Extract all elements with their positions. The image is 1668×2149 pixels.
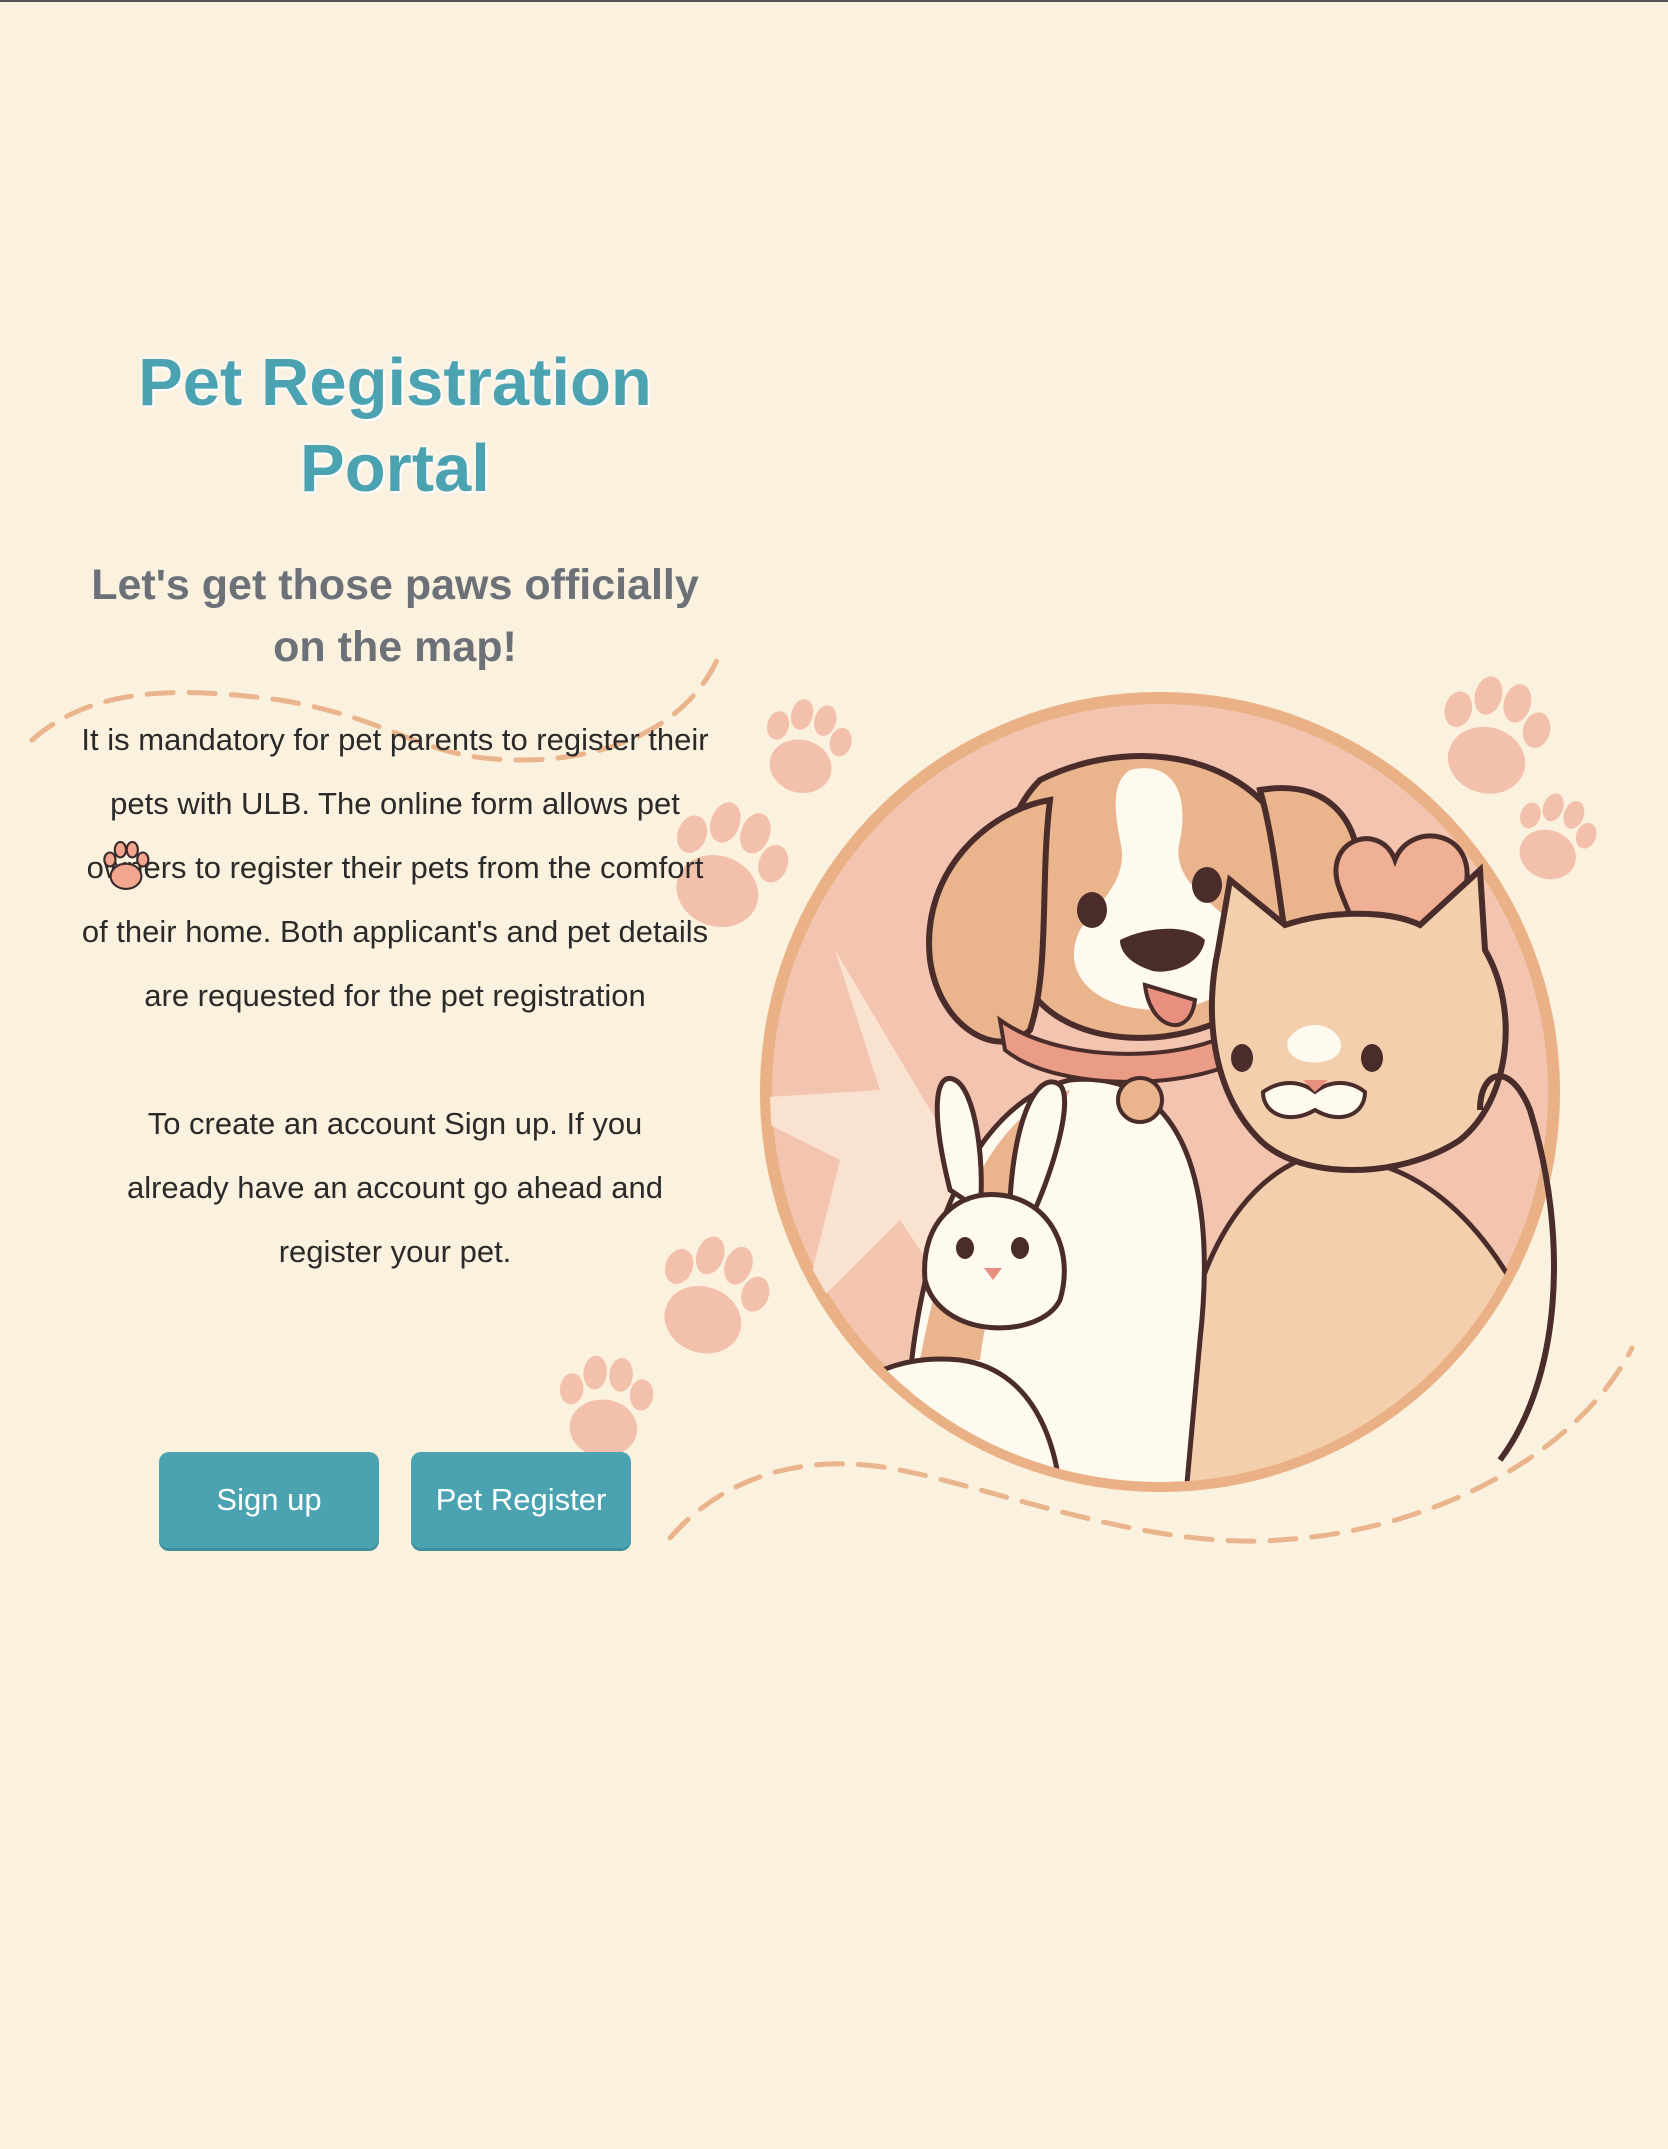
action-buttons: Sign up Pet Register: [159, 1452, 631, 1548]
intro-section: Pet Registration Portal Let's get those …: [60, 340, 730, 1284]
page-subtitle: Let's get those paws officially on the m…: [91, 561, 699, 671]
paw-print-icon: [103, 840, 150, 890]
pet-register-button[interactable]: Pet Register: [411, 1452, 631, 1548]
top-border: [0, 0, 1668, 2]
intro-paragraph: It is mandatory for pet parents to regis…: [81, 722, 709, 1013]
pets-illustration: [760, 692, 1560, 1492]
page-title: Pet Registration Portal: [138, 345, 652, 506]
account-paragraph: To create an account Sign up. If you alr…: [126, 1106, 664, 1269]
signup-button[interactable]: Sign up: [159, 1452, 379, 1548]
